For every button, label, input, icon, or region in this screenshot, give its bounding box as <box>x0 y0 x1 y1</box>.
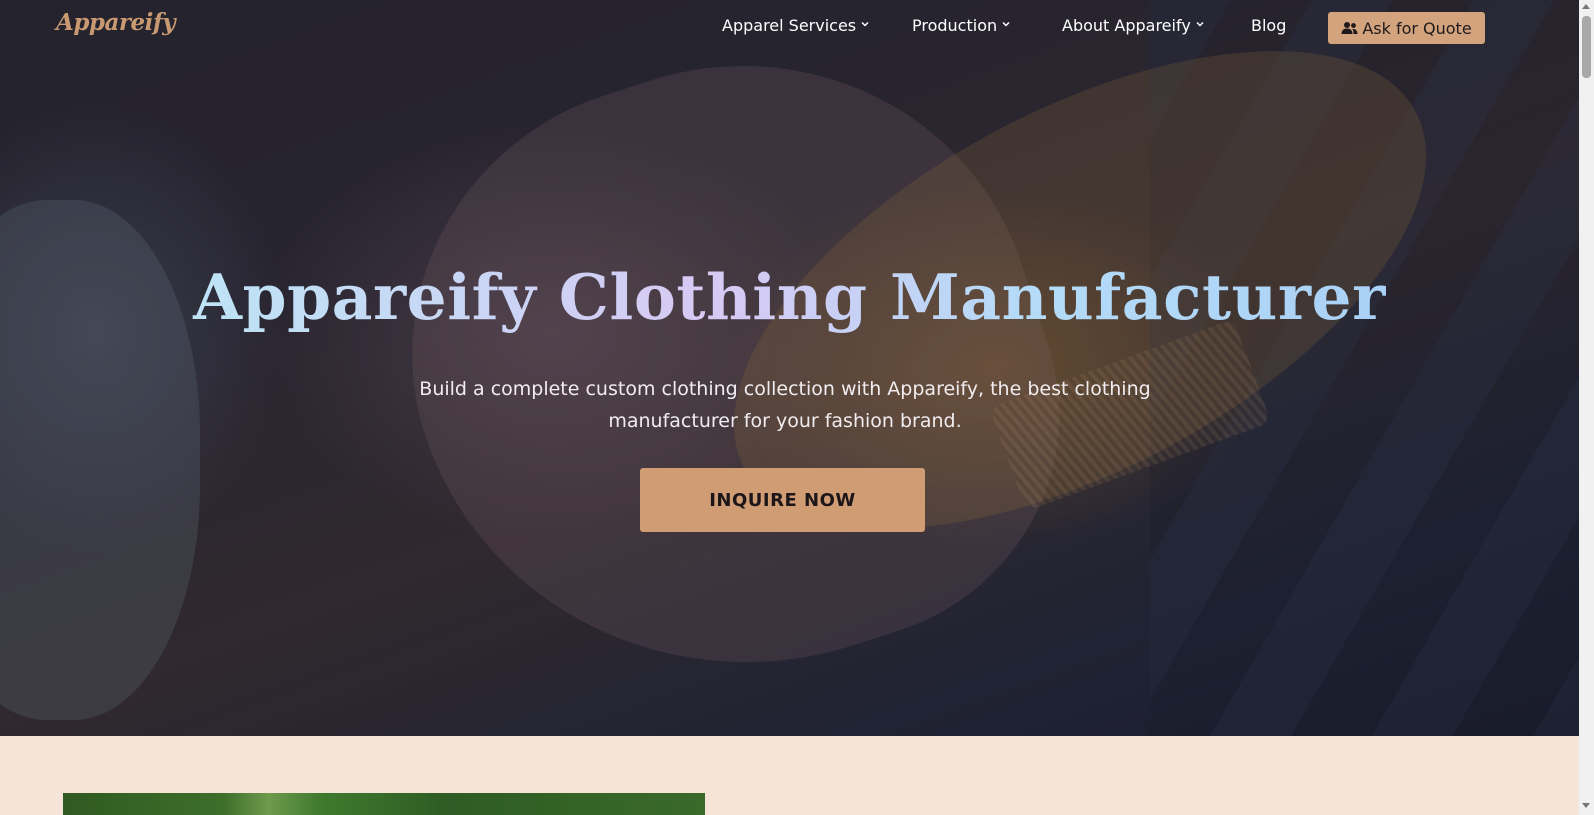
scrollbar[interactable] <box>1579 0 1594 815</box>
scrollbar-thumb[interactable] <box>1582 16 1591 78</box>
nav-item-label: Blog <box>1251 16 1287 35</box>
nav-item-label: Apparel Services <box>722 16 857 35</box>
nav-item-production[interactable]: Production <box>912 16 1011 35</box>
nav-item-label: About Appareify <box>1062 16 1191 35</box>
scroll-up-arrow-icon[interactable] <box>1582 4 1590 9</box>
page: Appareify Apparel Services Production Ab… <box>0 0 1579 815</box>
nav-item-label: Production <box>912 16 998 35</box>
chevron-down-icon <box>861 21 869 27</box>
chevron-down-icon <box>1196 21 1204 27</box>
inquire-now-button[interactable]: INQUIRE NOW <box>640 468 925 532</box>
ask-for-quote-label: Ask for Quote <box>1362 18 1472 38</box>
users-icon <box>1341 22 1358 34</box>
hero-title: Appareify Clothing Manufacturer <box>0 260 1579 334</box>
hero-section: Appareify Apparel Services Production Ab… <box>0 0 1579 736</box>
nav-item-blog[interactable]: Blog <box>1251 16 1286 35</box>
main-navigation: Appareify Apparel Services Production Ab… <box>0 0 1579 56</box>
section-image <box>63 793 705 815</box>
ask-for-quote-button[interactable]: Ask for Quote <box>1328 12 1485 44</box>
hero-overlay <box>0 0 1579 736</box>
intro-section <box>0 736 1579 815</box>
scroll-down-arrow-icon[interactable] <box>1582 803 1590 808</box>
chevron-down-icon <box>1002 21 1010 27</box>
nav-item-apparel-services[interactable]: Apparel Services <box>722 16 870 35</box>
nav-item-about[interactable]: About Appareify <box>1062 16 1205 35</box>
hero-subtitle: Build a complete custom clothing collect… <box>419 378 1151 432</box>
